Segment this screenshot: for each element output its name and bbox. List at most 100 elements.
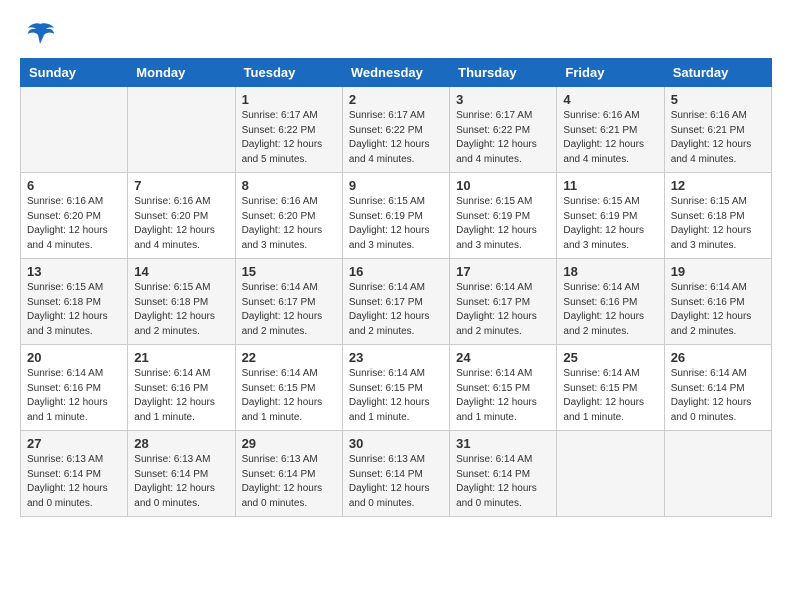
calendar-cell: 28 Sunrise: 6:13 AM Sunset: 6:14 PM Dayli…	[128, 431, 235, 517]
day-info: Sunrise: 6:14 AM Sunset: 6:15 PM Dayligh…	[349, 367, 443, 425]
calendar-cell	[128, 87, 235, 173]
weekday-header-tuesday: Tuesday	[235, 59, 342, 87]
day-number: 3	[456, 92, 550, 107]
day-number: 24	[456, 350, 550, 365]
day-info: Sunrise: 6:17 AM Sunset: 6:22 PM Dayligh…	[349, 109, 443, 167]
day-number: 23	[349, 350, 443, 365]
weekday-header-friday: Friday	[557, 59, 664, 87]
day-info: Sunrise: 6:15 AM Sunset: 6:19 PM Dayligh…	[456, 195, 550, 253]
day-info: Sunrise: 6:15 AM Sunset: 6:18 PM Dayligh…	[671, 195, 765, 253]
day-info: Sunrise: 6:14 AM Sunset: 6:14 PM Dayligh…	[456, 453, 550, 511]
day-info: Sunrise: 6:14 AM Sunset: 6:16 PM Dayligh…	[671, 281, 765, 339]
day-info: Sunrise: 6:17 AM Sunset: 6:22 PM Dayligh…	[242, 109, 336, 167]
weekday-header-wednesday: Wednesday	[342, 59, 449, 87]
calendar-cell: 24 Sunrise: 6:14 AM Sunset: 6:15 PM Dayli…	[450, 345, 557, 431]
day-number: 6	[27, 178, 121, 193]
day-info: Sunrise: 6:14 AM Sunset: 6:17 PM Dayligh…	[456, 281, 550, 339]
calendar-table: SundayMondayTuesdayWednesdayThursdayFrid…	[20, 58, 772, 517]
logo	[20, 20, 56, 48]
calendar-cell	[557, 431, 664, 517]
weekday-header-thursday: Thursday	[450, 59, 557, 87]
day-number: 13	[27, 264, 121, 279]
calendar-cell: 20 Sunrise: 6:14 AM Sunset: 6:16 PM Dayli…	[21, 345, 128, 431]
day-info: Sunrise: 6:14 AM Sunset: 6:16 PM Dayligh…	[27, 367, 121, 425]
calendar-week-row: 1 Sunrise: 6:17 AM Sunset: 6:22 PM Daylig…	[21, 87, 772, 173]
calendar-cell: 27Sunrise: 6:13 AM Sunset: 6:14 PM Dayli…	[21, 431, 128, 517]
calendar-cell	[21, 87, 128, 173]
day-number: 15	[242, 264, 336, 279]
logo-bird-icon	[24, 20, 56, 48]
calendar-cell: 16 Sunrise: 6:14 AM Sunset: 6:17 PM Dayli…	[342, 259, 449, 345]
day-info: Sunrise: 6:13 AM Sunset: 6:14 PM Dayligh…	[134, 453, 228, 511]
day-info: Sunrise: 6:16 AM Sunset: 6:20 PM Dayligh…	[27, 195, 121, 253]
calendar-week-row: 27 Sunrise: 6:13 AM Sunset: 6:14 PM Dayli…	[21, 431, 772, 517]
calendar-cell: 22 Sunrise: 6:14 AM Sunset: 6:15 PM Dayli…	[235, 345, 342, 431]
page-header	[20, 20, 772, 48]
calendar-cell: 2 Sunrise: 6:17 AM Sunset: 6:22 PM Daylig…	[342, 87, 449, 173]
day-number: 22	[242, 350, 336, 365]
day-number: 21	[134, 350, 228, 365]
day-number: 26	[671, 350, 765, 365]
day-number: 14	[134, 264, 228, 279]
day-number: 17	[456, 264, 550, 279]
day-info: Sunrise: 6:16 AM Sunset: 6:20 PM Dayligh…	[242, 195, 336, 253]
day-info: Sunrise: 6:17 AM Sunset: 6:22 PM Dayligh…	[456, 109, 550, 167]
day-info: Sunrise: 6:13 AM Sunset: 6:14 PM Dayligh…	[242, 453, 336, 511]
calendar-cell: 18 Sunrise: 6:14 AM Sunset: 6:16 PM Dayli…	[557, 259, 664, 345]
calendar-week-row: 20 Sunrise: 6:14 AM Sunset: 6:16 PM Dayli…	[21, 345, 772, 431]
calendar-cell: 21Sunrise: 6:14 AM Sunset: 6:16 PM Dayli…	[128, 345, 235, 431]
day-info: Sunrise: 6:16 AM Sunset: 6:21 PM Dayligh…	[563, 109, 657, 167]
day-info: Sunrise: 6:15 AM Sunset: 6:19 PM Dayligh…	[349, 195, 443, 253]
calendar-week-row: 6 Sunrise: 6:16 AM Sunset: 6:20 PM Daylig…	[21, 173, 772, 259]
calendar-cell: 11 Sunrise: 6:15 AM Sunset: 6:19 PM Dayli…	[557, 173, 664, 259]
calendar-cell: 8 Sunrise: 6:16 AM Sunset: 6:20 PM Daylig…	[235, 173, 342, 259]
calendar-cell: 29 Sunrise: 6:13 AM Sunset: 6:14 PM Dayli…	[235, 431, 342, 517]
calendar-cell: 5 Sunrise: 6:16 AM Sunset: 6:21 PM Daylig…	[664, 87, 771, 173]
day-number: 20	[27, 350, 121, 365]
day-number: 5	[671, 92, 765, 107]
day-info: Sunrise: 6:14 AM Sunset: 6:14 PM Dayligh…	[671, 367, 765, 425]
day-number: 10	[456, 178, 550, 193]
day-number: 1	[242, 92, 336, 107]
day-info: Sunrise: 6:16 AM Sunset: 6:21 PM Dayligh…	[671, 109, 765, 167]
day-info: Sunrise: 6:14 AM Sunset: 6:17 PM Dayligh…	[349, 281, 443, 339]
day-info: Sunrise: 6:14 AM Sunset: 6:15 PM Dayligh…	[456, 367, 550, 425]
day-number: 16	[349, 264, 443, 279]
calendar-cell: 1 Sunrise: 6:17 AM Sunset: 6:22 PM Daylig…	[235, 87, 342, 173]
day-number: 7	[134, 178, 228, 193]
calendar-cell: 19Sunrise: 6:14 AM Sunset: 6:16 PM Dayli…	[664, 259, 771, 345]
day-info: Sunrise: 6:16 AM Sunset: 6:20 PM Dayligh…	[134, 195, 228, 253]
day-number: 11	[563, 178, 657, 193]
calendar-cell	[664, 431, 771, 517]
calendar-cell: 23 Sunrise: 6:14 AM Sunset: 6:15 PM Dayli…	[342, 345, 449, 431]
calendar-cell: 4 Sunrise: 6:16 AM Sunset: 6:21 PM Daylig…	[557, 87, 664, 173]
day-info: Sunrise: 6:15 AM Sunset: 6:18 PM Dayligh…	[27, 281, 121, 339]
weekday-header-monday: Monday	[128, 59, 235, 87]
day-info: Sunrise: 6:14 AM Sunset: 6:15 PM Dayligh…	[242, 367, 336, 425]
calendar-cell: 26 Sunrise: 6:14 AM Sunset: 6:14 PM Dayli…	[664, 345, 771, 431]
calendar-cell: 10 Sunrise: 6:15 AM Sunset: 6:19 PM Dayli…	[450, 173, 557, 259]
calendar-cell: 25Sunrise: 6:14 AM Sunset: 6:15 PM Dayli…	[557, 345, 664, 431]
day-info: Sunrise: 6:14 AM Sunset: 6:16 PM Dayligh…	[563, 281, 657, 339]
calendar-cell: 30Sunrise: 6:13 AM Sunset: 6:14 PM Dayli…	[342, 431, 449, 517]
day-number: 2	[349, 92, 443, 107]
day-number: 4	[563, 92, 657, 107]
calendar-cell: 15Sunrise: 6:14 AM Sunset: 6:17 PM Dayli…	[235, 259, 342, 345]
calendar-cell: 6 Sunrise: 6:16 AM Sunset: 6:20 PM Daylig…	[21, 173, 128, 259]
day-info: Sunrise: 6:15 AM Sunset: 6:19 PM Dayligh…	[563, 195, 657, 253]
calendar-cell: 3 Sunrise: 6:17 AM Sunset: 6:22 PM Daylig…	[450, 87, 557, 173]
calendar-cell: 7 Sunrise: 6:16 AM Sunset: 6:20 PM Daylig…	[128, 173, 235, 259]
calendar-cell: 14Sunrise: 6:15 AM Sunset: 6:18 PM Dayli…	[128, 259, 235, 345]
calendar-week-row: 13 Sunrise: 6:15 AM Sunset: 6:18 PM Dayli…	[21, 259, 772, 345]
calendar-body: 1 Sunrise: 6:17 AM Sunset: 6:22 PM Daylig…	[21, 87, 772, 517]
calendar-cell: 9Sunrise: 6:15 AM Sunset: 6:19 PM Daylig…	[342, 173, 449, 259]
day-number: 8	[242, 178, 336, 193]
day-number: 27	[27, 436, 121, 451]
day-number: 29	[242, 436, 336, 451]
weekday-header-saturday: Saturday	[664, 59, 771, 87]
calendar-cell: 17 Sunrise: 6:14 AM Sunset: 6:17 PM Dayli…	[450, 259, 557, 345]
day-number: 28	[134, 436, 228, 451]
weekday-header-sunday: Sunday	[21, 59, 128, 87]
day-number: 18	[563, 264, 657, 279]
day-info: Sunrise: 6:13 AM Sunset: 6:14 PM Dayligh…	[349, 453, 443, 511]
